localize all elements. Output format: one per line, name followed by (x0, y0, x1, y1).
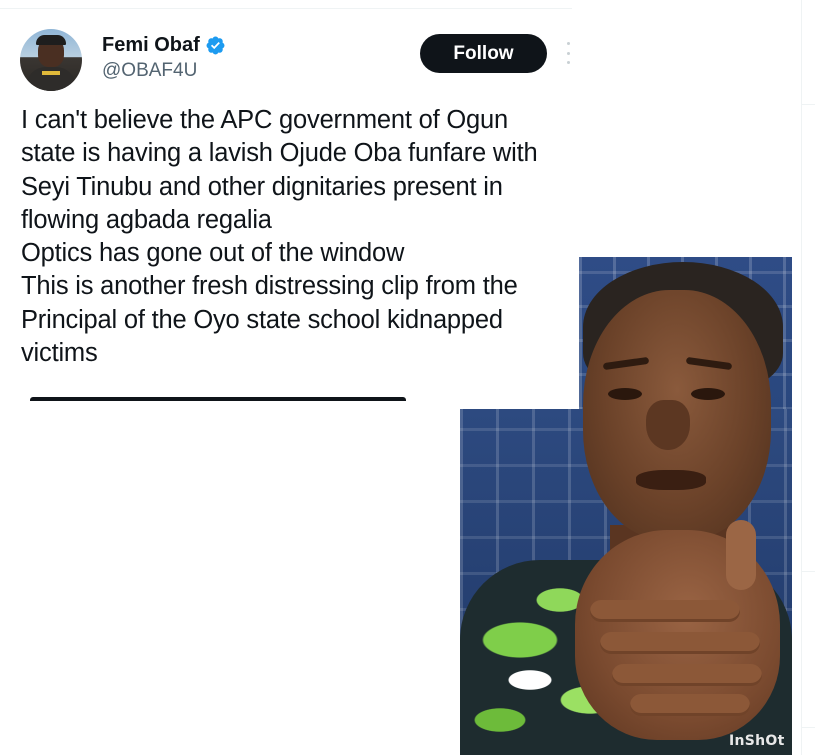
avatar-detail (42, 71, 60, 75)
video-person-finger (590, 600, 740, 622)
tweet-text-line: I can't believe the APC government of Og… (21, 106, 508, 134)
author-handle[interactable]: @OBAF4U (102, 59, 197, 83)
author-avatar[interactable] (20, 29, 82, 91)
tweet-text-line: victims (21, 339, 98, 368)
right-panel-divider (801, 727, 815, 728)
video-person-finger (612, 664, 762, 686)
top-divider (0, 8, 572, 9)
video-person-mouth (636, 470, 706, 490)
more-options-icon[interactable] (564, 42, 572, 64)
more-dot (566, 61, 570, 64)
video-person-finger (600, 632, 760, 654)
right-panel-edge (801, 0, 815, 755)
author-name-row[interactable]: Femi Obaf (102, 33, 226, 57)
video-person-eye (691, 388, 725, 400)
right-panel-divider (801, 571, 815, 572)
avatar-cap (36, 35, 66, 45)
media-container-edge (30, 397, 406, 401)
follow-button[interactable]: Follow (420, 34, 547, 73)
tweet-text-line: Seyi Tinubu and other dignitaries presen… (21, 172, 503, 201)
tweet-text-line: state is having a lavish Ojude Oba funfa… (21, 139, 538, 168)
video-person-thumb (726, 520, 756, 590)
video-person-finger (630, 694, 750, 716)
tweet-text-line: Principal of the Oyo state school kidnap… (21, 305, 503, 334)
verified-badge-icon (205, 35, 226, 56)
tweet-text-line: Optics has gone out of the window (21, 239, 405, 268)
more-dot (566, 42, 570, 45)
video-watermark: InShOt (729, 733, 785, 749)
video-person-eye (608, 388, 642, 400)
video-person-nose (646, 400, 690, 450)
more-dot (566, 51, 570, 55)
tweet-text-line: flowing agbada regalia (21, 205, 272, 234)
screenshot-stage: Femi Obaf @OBAF4U Follow I can't believe… (0, 0, 815, 755)
tweet-text: I can't believe the APC government of Og… (21, 104, 581, 370)
tweet-text-line: This is another fresh distressing clip f… (21, 272, 518, 301)
author-display-name[interactable]: Femi Obaf (102, 33, 200, 57)
right-panel-divider (801, 104, 815, 105)
